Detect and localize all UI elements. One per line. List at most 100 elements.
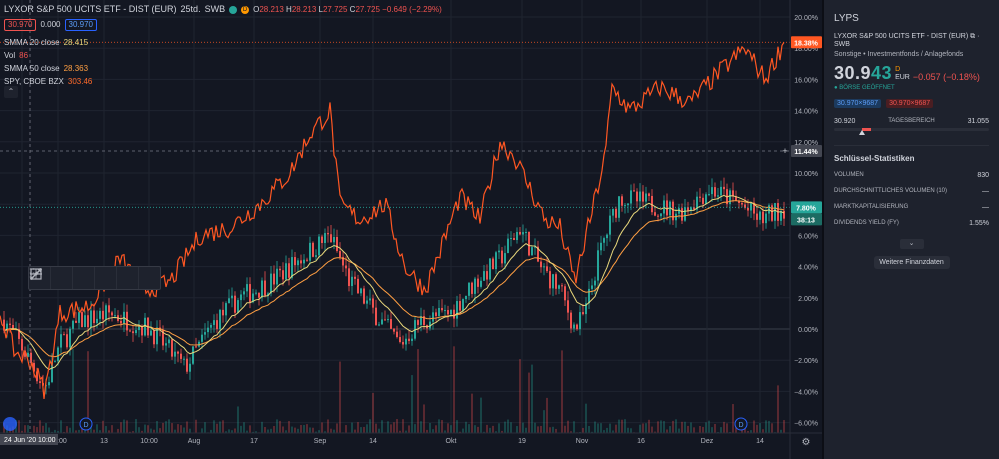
candle-body — [309, 242, 311, 261]
ray-tool-button[interactable] — [30, 267, 160, 289]
candle-body — [579, 312, 581, 330]
logo-icon — [3, 417, 17, 431]
symbol-title[interactable]: LYXOR S&P 500 UCITS ETF - DIST (EUR) — [4, 3, 177, 16]
volume-bar — [474, 425, 476, 433]
candle-body — [462, 299, 464, 311]
trend-line-tool-button[interactable] — [30, 267, 139, 289]
volume-bar — [18, 420, 20, 433]
candle-body — [453, 309, 455, 319]
volume-bar — [450, 425, 452, 433]
candle-body — [369, 298, 371, 301]
volume-bar — [672, 420, 674, 433]
candle-body — [324, 233, 326, 244]
volume-bar — [732, 404, 734, 433]
volume-bar — [351, 422, 353, 433]
volume-bar — [387, 421, 389, 433]
volume-bar — [525, 427, 527, 433]
volume-bar — [60, 420, 62, 433]
candle-body — [630, 190, 632, 204]
volume-bar — [528, 372, 530, 433]
candle-body — [345, 265, 347, 269]
volume-bar — [363, 426, 365, 433]
candle-body — [672, 201, 674, 221]
volume-bar — [609, 423, 611, 433]
indicator-spy[interactable]: SPY, CBOE BZX 303.46 — [4, 75, 442, 88]
volume-bar — [408, 425, 410, 433]
candle-body — [564, 286, 566, 301]
candle-body — [171, 339, 173, 357]
volume-bar — [420, 421, 422, 433]
volume-bar — [168, 419, 170, 433]
rectangle-tool-button[interactable] — [30, 267, 117, 289]
candle-body — [360, 288, 362, 294]
candle-body — [90, 310, 92, 328]
ask-box[interactable]: 30.970 — [64, 18, 97, 31]
volume-bar — [27, 425, 29, 433]
bid-box[interactable]: 30.970 — [4, 18, 37, 31]
panel-symbol[interactable]: LYPS — [834, 13, 989, 24]
candle-body — [489, 258, 491, 280]
candle-body — [387, 319, 389, 321]
ask-value[interactable]: 30.970×9687 — [886, 99, 934, 108]
volume-bar — [120, 422, 122, 433]
volume-bar — [45, 423, 47, 433]
indicator-smma20[interactable]: SMMA 20 close 28.415 — [4, 36, 442, 49]
volume-bar — [480, 397, 482, 433]
candle-body — [627, 203, 629, 206]
candle-body — [645, 193, 647, 202]
expand-stats-button[interactable]: ⌄ — [899, 239, 924, 249]
candle-body — [381, 319, 383, 325]
collapse-legend-button[interactable]: ⌃ — [4, 86, 18, 98]
candle-body — [189, 363, 191, 372]
ray-icon — [30, 268, 42, 280]
chevron-down-icon: ⌄ — [908, 240, 915, 247]
stat-row: DIVIDENDS YIELD (FY) 1.55% — [834, 220, 989, 227]
chart-area[interactable]: 20.00%18.00%16.00%14.00%12.00%10.00%8.00… — [0, 0, 822, 459]
candle-body — [384, 319, 386, 321]
volume-bar — [300, 425, 302, 433]
external-link-icon[interactable]: ⧉ — [970, 33, 975, 40]
volume-bar — [516, 426, 518, 433]
volume-bar — [756, 424, 758, 433]
stat-row: MARKTKAPITALISIERUNG — — [834, 204, 989, 211]
spy-compare-line — [0, 42, 785, 399]
more-financials-button[interactable]: Weitere Finanzdaten — [873, 256, 950, 269]
delayed-data-icon[interactable]: D — [241, 5, 250, 14]
countdown-badge: 38:13 — [797, 217, 815, 224]
volume-bar — [645, 423, 647, 433]
volume-bar — [690, 422, 692, 433]
candle-body — [126, 311, 128, 331]
candle-body — [714, 187, 716, 197]
volume-bar — [123, 419, 125, 433]
candle-body — [459, 301, 461, 311]
volume-bar — [477, 426, 479, 433]
candle-body — [729, 190, 731, 205]
indicator-smma50[interactable]: SMMA 50 close 28.363 — [4, 62, 442, 75]
delayed-icon[interactable]: D — [895, 66, 910, 74]
candle-body — [561, 285, 563, 287]
candle-body — [570, 312, 572, 329]
y-tick-label: −6.00% — [794, 421, 818, 428]
horizontal-line-tool-button[interactable] — [30, 267, 95, 289]
market-status: ● BÖRSE GEÖFFNET — [834, 85, 895, 91]
candle-body — [180, 353, 182, 359]
volume-bar — [201, 428, 203, 433]
volume-bar — [234, 428, 236, 433]
current-price-marker — [858, 130, 865, 135]
volume-bar — [222, 420, 224, 433]
candle-body — [294, 257, 296, 266]
dividend-event-label: D — [738, 422, 743, 429]
stat-row: DURCHSCHNITTLICHES VOLUMEN (10) — — [834, 188, 989, 195]
indicator-vol[interactable]: Vol 86 — [4, 49, 442, 62]
candle-body — [312, 242, 314, 257]
candle-body — [486, 271, 488, 280]
volume-bar — [219, 421, 221, 433]
brush-tool-button[interactable] — [30, 267, 73, 289]
candle-body — [372, 298, 374, 308]
volume-bar — [171, 423, 173, 433]
volume-bar — [489, 427, 491, 433]
volume-bar — [537, 426, 539, 433]
candle-body — [186, 358, 188, 372]
interval-label[interactable]: 25td. — [181, 3, 201, 16]
bid-value[interactable]: 30.970×9687 — [834, 99, 882, 108]
